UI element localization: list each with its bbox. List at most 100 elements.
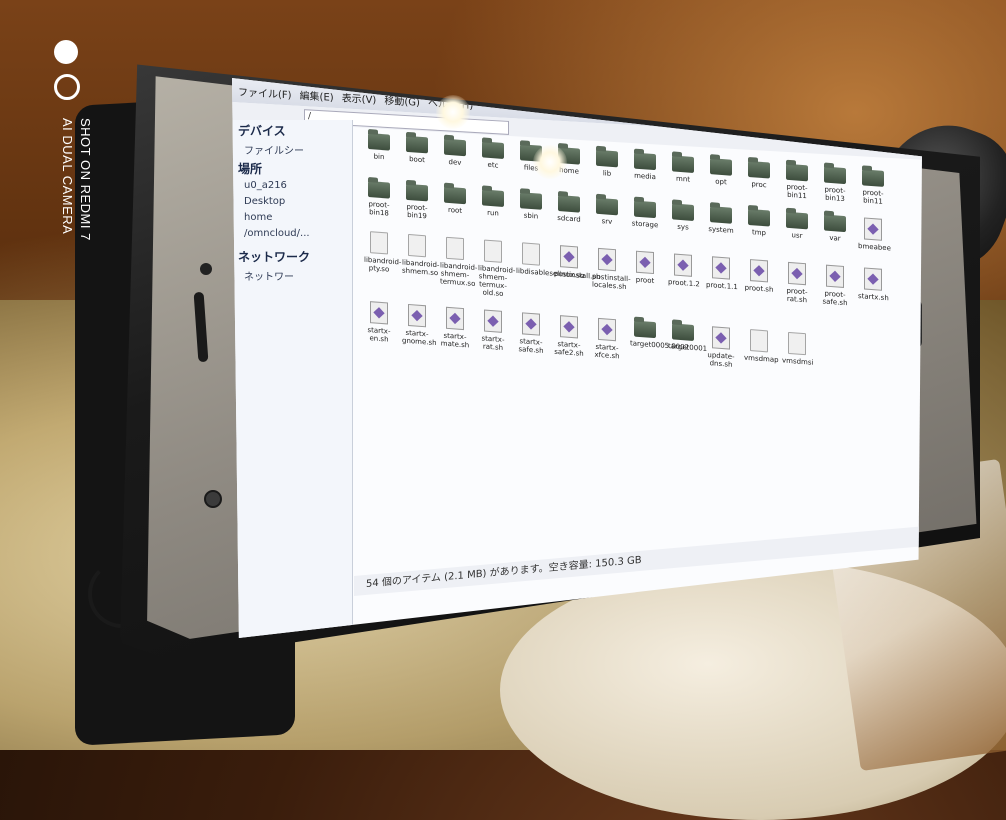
script-icon bbox=[408, 303, 426, 328]
file-item[interactable]: proot-rat.sh bbox=[782, 261, 812, 304]
file-icon bbox=[446, 236, 464, 261]
file-item[interactable]: bin bbox=[364, 133, 394, 162]
watermark-dot-icon bbox=[54, 40, 78, 64]
file-item[interactable]: proot-bin11 bbox=[782, 163, 812, 200]
folder-icon bbox=[558, 194, 580, 213]
file-item[interactable]: libdisableselinux.so bbox=[516, 242, 584, 280]
file-item[interactable]: startx-xfce.sh bbox=[592, 317, 622, 360]
script-icon bbox=[712, 326, 730, 350]
file-icon bbox=[788, 331, 806, 356]
script-icon bbox=[864, 267, 882, 291]
folder-icon bbox=[748, 208, 770, 227]
folder-icon bbox=[406, 183, 428, 202]
file-item[interactable]: storage bbox=[630, 200, 660, 229]
file-item[interactable]: startx.sh bbox=[858, 267, 889, 302]
sidebar-heading-network: ネットワーク bbox=[238, 250, 311, 264]
sidebar-item-filesystem[interactable]: ファイルシー bbox=[244, 142, 304, 157]
file-item[interactable]: run bbox=[478, 189, 508, 218]
file-item[interactable]: opt bbox=[706, 158, 736, 187]
script-icon bbox=[864, 217, 882, 241]
script-icon bbox=[826, 264, 844, 288]
script-icon bbox=[598, 317, 616, 342]
folder-icon bbox=[634, 320, 656, 339]
front-camera bbox=[200, 263, 212, 275]
file-item[interactable]: proot-bin11 bbox=[858, 169, 888, 206]
folder-icon bbox=[444, 186, 466, 205]
file-item[interactable]: sys bbox=[668, 203, 698, 232]
file-item[interactable]: media bbox=[630, 152, 660, 181]
folder-icon bbox=[520, 192, 542, 210]
file-item[interactable]: tmp bbox=[744, 208, 774, 238]
file-item[interactable]: startx-mate.sh bbox=[440, 306, 470, 349]
script-icon bbox=[484, 309, 502, 333]
folder-icon bbox=[482, 189, 504, 208]
folder-icon bbox=[672, 323, 694, 341]
file-item[interactable]: target0005.0002 bbox=[630, 320, 689, 352]
sidebar-item-owncloud[interactable]: /omncloud/... bbox=[244, 228, 310, 239]
folder-icon bbox=[824, 214, 846, 233]
sidebar-heading-devices: デバイス bbox=[238, 124, 286, 138]
sidebar-item-home[interactable]: home bbox=[244, 212, 272, 223]
script-icon bbox=[560, 245, 578, 269]
file-item[interactable]: postinstall-locales.sh bbox=[592, 247, 631, 291]
folder-icon bbox=[406, 135, 428, 154]
file-item[interactable]: usr bbox=[782, 211, 812, 240]
watermark-line1: SHOT ON REDMI 7 bbox=[78, 118, 93, 241]
file-item[interactable]: proot-bin18 bbox=[364, 181, 394, 218]
folder-icon bbox=[596, 149, 618, 168]
file-item[interactable]: postinstall.sh bbox=[554, 245, 600, 281]
file-item[interactable]: vmsdmap bbox=[744, 329, 779, 364]
file-item[interactable]: startx-en.sh bbox=[364, 301, 394, 344]
script-icon bbox=[712, 256, 730, 280]
menu-file[interactable]: ファイル(F) bbox=[238, 83, 292, 101]
file-item[interactable]: sdcard bbox=[554, 194, 584, 224]
file-item[interactable]: proot-safe.sh bbox=[820, 264, 850, 307]
folder-icon bbox=[710, 206, 732, 224]
file-item[interactable]: proot bbox=[630, 250, 660, 285]
file-item[interactable]: update-dns.sh bbox=[706, 326, 736, 369]
file-item[interactable]: etc bbox=[478, 141, 508, 170]
script-icon bbox=[636, 250, 654, 275]
script-icon bbox=[522, 312, 540, 336]
file-item[interactable]: proot.1.2 bbox=[668, 253, 700, 288]
script-icon bbox=[598, 247, 616, 272]
folder-icon bbox=[862, 169, 884, 187]
file-item[interactable]: startx-safe2.sh bbox=[554, 315, 584, 358]
file-item[interactable]: libandroid-shmem.so bbox=[402, 233, 439, 277]
file-item[interactable]: vmsdmsi bbox=[782, 331, 813, 367]
file-item[interactable]: proot-bin13 bbox=[820, 166, 850, 203]
file-item[interactable]: var bbox=[820, 214, 850, 243]
file-item[interactable]: lib bbox=[592, 149, 622, 178]
phone-sensor bbox=[204, 490, 222, 508]
file-item[interactable]: proot.1.1 bbox=[706, 256, 738, 291]
sidebar: デバイス ファイルシー 場所 u0_a216 Desktop home /omn… bbox=[232, 120, 353, 638]
file-item[interactable]: boot bbox=[402, 135, 432, 165]
file-item[interactable]: libandroid-shmem-termux.so bbox=[440, 236, 477, 288]
file-item[interactable]: libandroid-shmem-termux-old.so bbox=[478, 239, 515, 298]
file-item[interactable]: startx-safe.sh bbox=[516, 312, 546, 355]
file-item[interactable]: sbin bbox=[516, 192, 546, 221]
file-item[interactable]: root bbox=[440, 186, 470, 215]
sidebar-item-desktop[interactable]: Desktop bbox=[244, 196, 285, 207]
sidebar-heading-places: 場所 bbox=[238, 162, 263, 176]
light-reflection bbox=[533, 145, 567, 179]
file-item[interactable]: system bbox=[706, 206, 736, 235]
watermark-ring-icon bbox=[54, 74, 80, 100]
file-item[interactable]: proot.sh bbox=[744, 259, 774, 294]
file-item[interactable]: startx-gnome.sh bbox=[402, 303, 437, 347]
script-icon bbox=[446, 306, 464, 331]
camera-watermark: SHOT ON REDMI 7 AI DUAL CAMERA bbox=[42, 30, 93, 300]
file-item[interactable]: proot-bin19 bbox=[402, 183, 432, 221]
file-item[interactable]: bmeabee bbox=[858, 217, 891, 252]
file-item[interactable]: mnt bbox=[668, 155, 698, 184]
script-icon bbox=[370, 301, 388, 325]
sidebar-item-network[interactable]: ネットワー bbox=[244, 268, 294, 283]
folder-icon bbox=[634, 200, 656, 219]
sidebar-item-user[interactable]: u0_a216 bbox=[244, 180, 287, 191]
file-item[interactable]: proc bbox=[744, 160, 774, 190]
file-item[interactable]: srv bbox=[592, 197, 622, 226]
file-item[interactable]: target0001 bbox=[668, 323, 707, 353]
file-item[interactable]: dev bbox=[440, 138, 470, 167]
file-item[interactable]: libandroid-pty.so bbox=[364, 231, 401, 274]
file-item[interactable]: startx-rat.sh bbox=[478, 309, 508, 352]
